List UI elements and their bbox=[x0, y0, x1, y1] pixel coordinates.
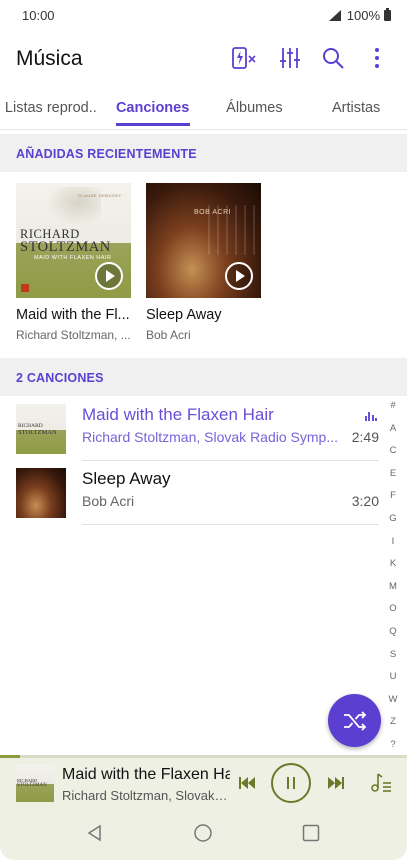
alphabet-index-letter[interactable]: U bbox=[390, 669, 397, 692]
alphabet-index-letter[interactable]: Z bbox=[390, 714, 396, 737]
next-button[interactable] bbox=[325, 772, 347, 794]
alphabet-index-letter[interactable]: Q bbox=[389, 624, 396, 647]
shuffle-icon bbox=[343, 710, 366, 731]
album-card-sleep-away[interactable]: BOB ACRI Sleep Away Bob Acri bbox=[146, 183, 262, 342]
battery-icon bbox=[384, 8, 391, 21]
section-recently-added-heading: AÑADIDAS RECIENTEMENTE bbox=[0, 134, 407, 172]
song-artist: Bob Acri bbox=[82, 493, 135, 509]
tab-songs[interactable]: Canciones bbox=[102, 96, 204, 130]
album-cover: BOB ACRI bbox=[146, 183, 261, 298]
tab-playlists[interactable]: Listas reprod.. bbox=[0, 96, 102, 130]
playback-progress-fill bbox=[0, 755, 21, 758]
alphabet-index-letter[interactable]: S bbox=[390, 647, 396, 670]
now-playing-thumbnail: RICHARD STOLTZMAN bbox=[16, 764, 54, 802]
nav-back-button[interactable] bbox=[80, 818, 110, 848]
alphabet-index-letter[interactable]: C bbox=[390, 443, 397, 466]
previous-button[interactable] bbox=[236, 772, 258, 794]
alphabet-index[interactable]: # A C E F G I K M O Q S U W Z? bbox=[385, 398, 401, 760]
alphabet-index-letter[interactable]: O bbox=[389, 601, 396, 624]
album-title: Sleep Away bbox=[146, 307, 222, 323]
alphabet-index-letter[interactable]: F bbox=[390, 488, 396, 511]
song-row[interactable]: RICHARD STOLTZMAN Maid with the Flaxen H… bbox=[0, 397, 394, 461]
alphabet-index-letter[interactable]: W bbox=[389, 692, 398, 715]
tab-bar: Listas reprod.. Canciones Álbumes Artist… bbox=[0, 96, 407, 130]
now-playing-icon bbox=[364, 411, 377, 421]
now-playing-title: Maid with the Flaxen Hair bbox=[62, 766, 230, 783]
alphabet-index-letter[interactable]: E bbox=[390, 466, 396, 489]
alphabet-index-letter[interactable]: K bbox=[390, 556, 396, 579]
pause-icon bbox=[287, 777, 295, 789]
tab-artists[interactable]: Artistas bbox=[305, 96, 407, 130]
alphabet-index-letter[interactable]: # bbox=[390, 398, 395, 421]
cover-text: CLAUDE DEBUSSY bbox=[78, 193, 122, 198]
tabs-divider bbox=[0, 129, 407, 130]
song-duration: 3:20 bbox=[351, 493, 379, 509]
play-icon[interactable] bbox=[225, 262, 253, 290]
signal-icon bbox=[328, 10, 341, 21]
song-thumbnail: RICHARD STOLTZMAN bbox=[16, 404, 66, 454]
alphabet-index-letter[interactable]: I bbox=[392, 534, 395, 557]
status-indicators: 100% bbox=[328, 8, 391, 23]
shuffle-button[interactable] bbox=[328, 694, 381, 747]
song-thumbnail bbox=[16, 468, 66, 518]
playlist-queue-button[interactable] bbox=[368, 770, 394, 796]
equalizer-settings-icon[interactable] bbox=[276, 44, 304, 72]
cover-text: BOB ACRI bbox=[194, 209, 232, 216]
album-card-maid-with-flaxen-hair[interactable]: CLAUDE DEBUSSY RICHARD STOLTZMAN MAID WI… bbox=[16, 183, 132, 342]
song-duration: 2:49 bbox=[351, 429, 379, 445]
skip-next-icon bbox=[328, 777, 344, 789]
alphabet-index-letter[interactable]: G bbox=[389, 511, 396, 534]
page-title: Música bbox=[16, 47, 83, 70]
album-artist: Bob Acri bbox=[146, 328, 191, 342]
song-artist: Richard Stoltzman, Slovak Radio Symp... bbox=[82, 429, 338, 445]
playback-progress[interactable] bbox=[0, 755, 407, 758]
power-saving-icon[interactable] bbox=[230, 44, 258, 72]
battery-percent: 100% bbox=[346, 8, 380, 23]
recents-icon bbox=[302, 824, 320, 842]
tab-albums[interactable]: Álbumes bbox=[204, 96, 306, 130]
section-songs-heading: 2 CANCIONES bbox=[0, 358, 407, 396]
song-title: Sleep Away bbox=[82, 469, 171, 488]
pause-button[interactable] bbox=[271, 763, 311, 803]
song-row[interactable]: Sleep Away Bob Acri 3:20 bbox=[0, 461, 394, 525]
alphabet-index-letter[interactable]: A bbox=[390, 421, 396, 444]
alphabet-index-letter[interactable]: M bbox=[389, 579, 397, 602]
home-icon bbox=[194, 824, 212, 842]
more-options-icon[interactable] bbox=[363, 44, 391, 72]
now-playing-artist: Richard Stoltzman, Slovak Radio Symphony… bbox=[62, 788, 230, 803]
play-icon[interactable] bbox=[95, 262, 123, 290]
skip-previous-icon bbox=[239, 777, 255, 789]
song-title: Maid with the Flaxen Hair bbox=[82, 405, 274, 424]
cover-text: STOLTZMAN bbox=[20, 239, 111, 255]
album-cover: CLAUDE DEBUSSY RICHARD STOLTZMAN MAID WI… bbox=[16, 183, 131, 298]
status-time: 10:00 bbox=[22, 8, 55, 23]
back-icon bbox=[87, 824, 101, 842]
search-icon[interactable] bbox=[319, 44, 347, 72]
cover-text: MAID WITH FLAXEN HAIR bbox=[34, 255, 112, 261]
album-artist: Richard Stoltzman, ... bbox=[16, 328, 131, 342]
queue-music-icon bbox=[371, 773, 391, 792]
nav-home-button[interactable] bbox=[188, 818, 218, 848]
album-title: Maid with the Fl... bbox=[16, 307, 130, 323]
nav-recents-button[interactable] bbox=[296, 818, 326, 848]
